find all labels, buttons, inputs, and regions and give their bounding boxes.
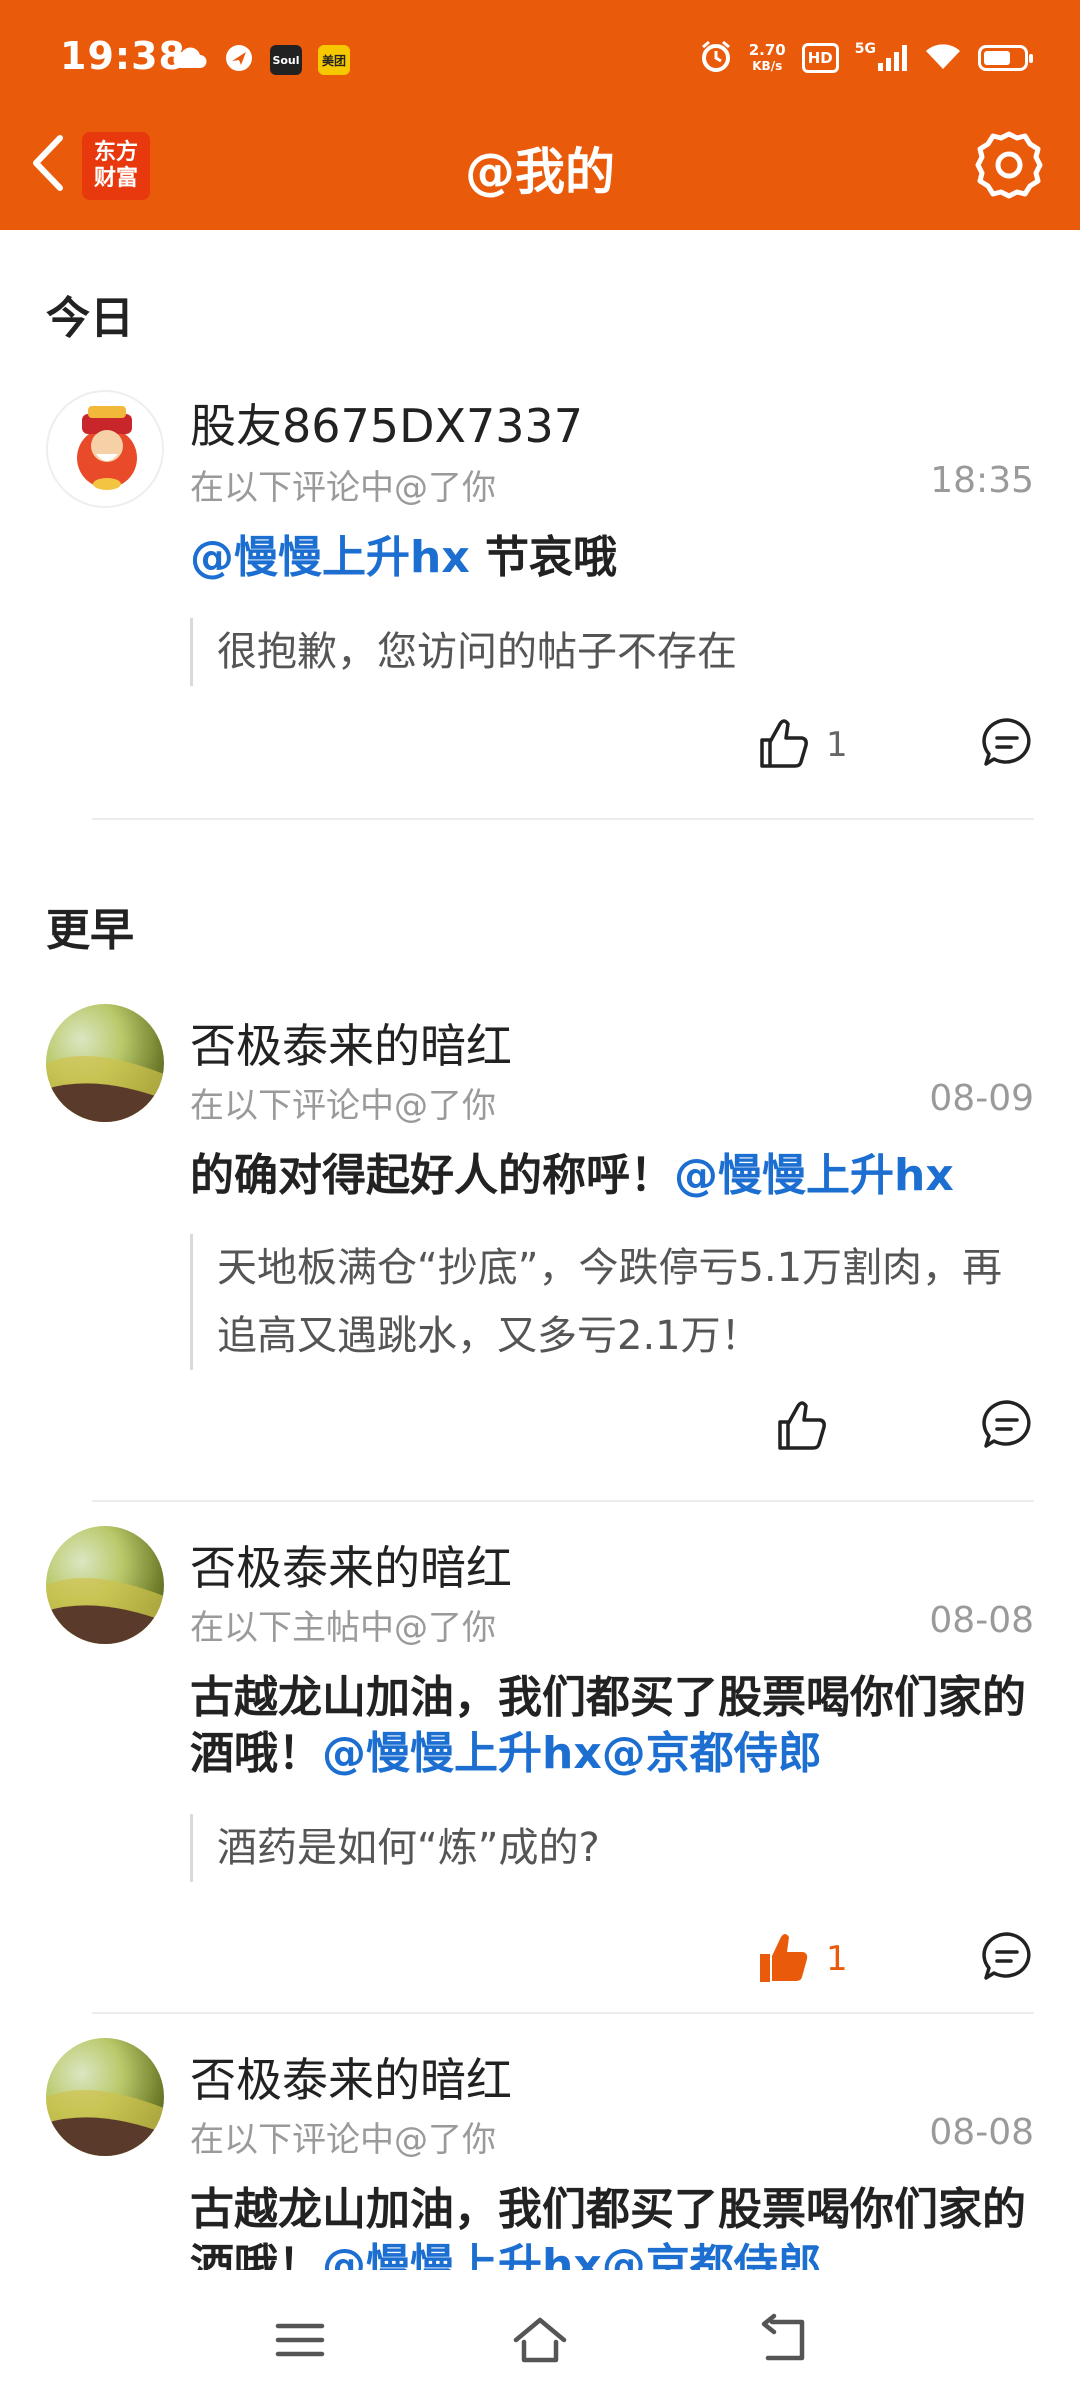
reply-button[interactable] [978, 1396, 1036, 1454]
home-icon[interactable] [510, 2310, 570, 2370]
like-button[interactable] [772, 1396, 844, 1458]
mention-item[interactable]: 否极泰来的暗红 在以下主帖中@了你 08-08 古越龙山加油，我们都买了股票喝你… [0, 1524, 1080, 2014]
divider [92, 818, 1034, 820]
like-count: 1 [826, 1939, 848, 1979]
thumbs-up-icon [754, 714, 812, 776]
mention-content[interactable]: 的确对得起好人的称呼！@慢慢上升hx [190, 1148, 1034, 1204]
reply-button[interactable] [978, 714, 1036, 772]
net-speed-unit: KB/s [752, 59, 783, 73]
signal-label: 5G [854, 41, 876, 57]
meituan-icon: 美团 [318, 45, 350, 75]
mention-time: 08-09 [929, 1078, 1034, 1119]
username[interactable]: 否极泰来的暗红 [190, 1532, 512, 1598]
username[interactable]: 否极泰来的暗红 [190, 2044, 512, 2110]
status-bar: 19:38 Soul 美团 2.70 KB/s HD 5G [0, 0, 1080, 120]
net-speed: 2.70 KB/s [749, 42, 786, 74]
page-title: @我的 [465, 143, 615, 201]
back-icon[interactable] [752, 2310, 812, 2370]
like-button[interactable]: 1 [754, 714, 848, 776]
wifi-icon [924, 41, 962, 75]
mention-content[interactable]: 古越龙山加油，我们都买了股票喝你们家的酒哦！@慢慢上升hx@京都侍郎 [190, 2182, 1034, 2270]
comment-bubble-icon [982, 1400, 1031, 1448]
status-system-icons: 2.70 KB/s HD 5G [699, 36, 1033, 80]
quoted-post[interactable]: 天地板满仓“抄底”，今跌停亏5.1万割肉，再追高又遇跳水，又多亏2.1万！ [190, 1234, 1034, 1370]
app-header: 19:38 Soul 美团 2.70 KB/s HD 5G 东方 财富 @我的 [0, 0, 1080, 230]
content-text: 的确对得起好人的称呼！ [190, 1150, 674, 1201]
soul-icon: Soul [270, 45, 302, 75]
status-time: 19:38 [60, 34, 186, 78]
cloud-icon [172, 44, 208, 76]
username[interactable]: 股友8675DX7337 [190, 390, 583, 456]
mention-link[interactable]: @慢慢上升hx [190, 532, 470, 583]
arrow-app-icon [224, 43, 254, 77]
alarm-icon [699, 39, 733, 77]
quoted-post[interactable]: 酒药是如何“炼”成的? [190, 1814, 1034, 1882]
mention-link[interactable]: @慢慢上升hx@京都侍郎 [322, 2240, 822, 2270]
mention-time: 08-08 [929, 2112, 1034, 2153]
content-text: 节哀哦 [469, 532, 618, 583]
meituan-label: 美团 [321, 53, 346, 68]
like-count: 1 [826, 725, 848, 765]
menu-icon[interactable] [270, 2310, 330, 2370]
section-today: 今日 [46, 293, 134, 344]
mention-subtitle: 在以下评论中@了你 [190, 2120, 496, 2160]
reply-button[interactable] [978, 1928, 1036, 1986]
quoted-post[interactable]: 很抱歉，您访问的帖子不存在 [190, 618, 1034, 686]
comment-bubble-icon [982, 718, 1031, 766]
avatar[interactable] [46, 1004, 164, 1122]
system-nav-bar [0, 2276, 1080, 2400]
mention-time: 08-08 [929, 1600, 1034, 1641]
mention-link[interactable]: @慢慢上升hx [674, 1150, 954, 1201]
net-speed-value: 2.70 [748, 41, 786, 59]
mention-subtitle: 在以下评论中@了你 [190, 468, 496, 508]
thumbs-up-filled-icon [754, 1928, 812, 1990]
avatar[interactable] [46, 390, 164, 508]
username[interactable]: 否极泰来的暗红 [190, 1010, 512, 1076]
soul-label: Soul [272, 53, 300, 67]
section-earlier: 更早 [46, 905, 134, 956]
mention-content[interactable]: 古越龙山加油，我们都买了股票喝你们家的酒哦！@慢慢上升hx@京都侍郎 [190, 1670, 1034, 1782]
mention-subtitle: 在以下评论中@了你 [190, 1086, 496, 1126]
mention-subtitle: 在以下主帖中@了你 [190, 1608, 496, 1648]
like-button[interactable]: 1 [754, 1928, 848, 1990]
mention-item[interactable]: 否极泰来的暗红 在以下评论中@了你 08-08 古越龙山加油，我们都买了股票喝你… [0, 2036, 1080, 2270]
mention-content[interactable]: @慢慢上升hx 节哀哦 [190, 530, 1034, 586]
avatar[interactable] [46, 1526, 164, 1644]
mention-item[interactable]: 否极泰来的暗红 在以下评论中@了你 08-09 的确对得起好人的称呼！@慢慢上升… [0, 1000, 1080, 1500]
hd-badge: HD [801, 43, 839, 73]
mention-time: 18:35 [930, 460, 1034, 501]
divider [92, 2012, 1034, 2014]
divider [92, 1500, 1034, 1502]
battery-icon [978, 45, 1033, 71]
thumbs-up-icon [772, 1396, 830, 1458]
settings-gear-icon[interactable] [972, 128, 1046, 202]
mention-item[interactable]: 股友8675DX7337 在以下评论中@了你 18:35 @慢慢上升hx 节哀哦… [0, 380, 1080, 820]
avatar[interactable] [46, 2038, 164, 2156]
mention-link[interactable]: @慢慢上升hx@京都侍郎 [322, 1728, 822, 1779]
comment-bubble-icon [982, 1932, 1031, 1980]
status-app-icons: Soul 美团 [172, 40, 350, 80]
signal-icon: 5G [855, 41, 908, 71]
